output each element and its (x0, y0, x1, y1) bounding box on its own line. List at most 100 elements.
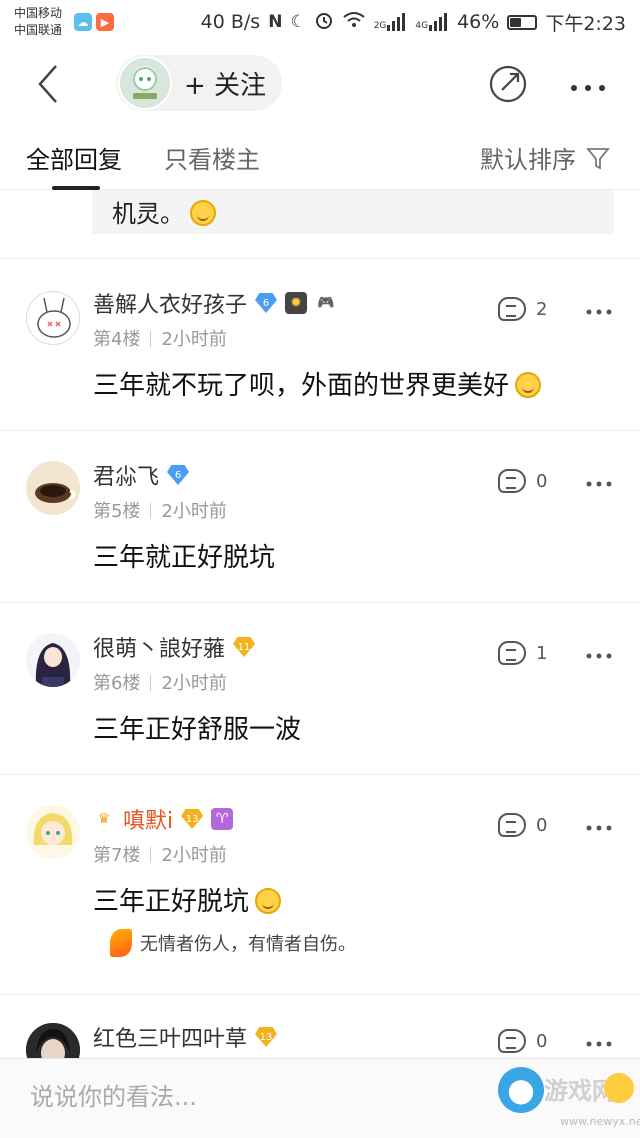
username-row: 很萌丶誏好蕥 11 (93, 631, 256, 663)
reply-more-button[interactable] (586, 1029, 612, 1054)
reply-item: 善解人衣好孩子 6 ✹ 🎮 第4楼 2小时前 三年就不玩了呗，外面的世界更美好 2 (0, 258, 640, 430)
sort-label: 默认排序 (480, 146, 576, 174)
more-dots-icon (586, 309, 612, 315)
status-right: 40 B/s N ☾ 2G 4G 46% 下午2:23 (201, 9, 626, 36)
like-button[interactable]: 2 (498, 297, 547, 321)
reply-tabs: 全部回复 只看楼主 默认排序 (0, 124, 640, 190)
meta-divider (150, 847, 152, 863)
more-dots-icon (586, 1041, 612, 1047)
cloud-app-icon: ☁ (74, 13, 93, 31)
reply-time: 2小时前 (161, 673, 227, 694)
tab-all-replies[interactable]: 全部回复 (26, 140, 122, 175)
signal-4g-label: 4G (415, 21, 429, 31)
level-badge: 13 (255, 1027, 278, 1047)
avatar[interactable] (26, 633, 80, 687)
comment-bar: 游戏网 www.newyx.net (0, 1058, 640, 1138)
like-count: 1 (536, 642, 548, 664)
floor-number: 第4楼 (93, 329, 141, 350)
reply-content: 三年正好脱坑 (93, 881, 282, 918)
follow-button[interactable]: + 关注 (116, 55, 282, 111)
reply-item: ♛ 嗔默i 13 ♈ 第7楼 2小时前 三年正好脱坑 无情者伤人，有情者自伤。 0 (0, 774, 640, 994)
video-app-icon: ▶ (96, 13, 115, 31)
reply-content: 三年就正好脱坑 (93, 537, 275, 574)
author-avatar (118, 56, 172, 110)
username[interactable]: 嗔默i (123, 803, 173, 835)
like-button[interactable]: 0 (498, 469, 547, 493)
reply-content: 三年正好舒服一波 (93, 709, 301, 746)
more-options-button[interactable] (570, 70, 606, 100)
meta-divider (150, 503, 152, 519)
username[interactable]: 君尛飞 (93, 459, 159, 491)
username-row: 善解人衣好孩子 6 ✹ 🎮 (93, 287, 337, 319)
sun-badge-icon: ✹ (285, 292, 308, 314)
floor-number: 第6楼 (93, 673, 141, 694)
reply-more-button[interactable] (586, 297, 612, 322)
reply-more-button[interactable] (586, 813, 612, 838)
like-button[interactable]: 0 (498, 813, 547, 837)
carrier-2: 中国联通 (14, 23, 63, 37)
username[interactable]: 红色三叶四叶草 (93, 1021, 247, 1053)
reply-time: 2小时前 (161, 845, 227, 866)
thumb-up-icon (498, 641, 526, 665)
avatar[interactable] (26, 805, 80, 859)
quoted-text: 机灵。 (112, 200, 184, 228)
comment-input[interactable] (30, 1083, 450, 1111)
status-bar: 中国移动 中国联通 ☁ ▶ 40 B/s N ☾ 2G 4G 46% 下午2:2… (0, 0, 640, 44)
reply-meta: 第4楼 2小时前 (93, 325, 227, 351)
reply-item: 很萌丶誏好蕥 11 第6楼 2小时前 三年正好舒服一波 1 (0, 602, 640, 774)
chevron-left-icon (38, 65, 57, 103)
nfc-icon: N (268, 12, 283, 32)
avatar[interactable] (26, 461, 80, 515)
like-button[interactable]: 1 (498, 641, 547, 665)
battery-icon (507, 14, 538, 30)
floor-number: 第7楼 (93, 845, 141, 866)
watermark-mascot-icon (498, 1067, 544, 1113)
reply-time: 2小时前 (161, 329, 227, 350)
emoji-button[interactable] (604, 1073, 634, 1103)
username[interactable]: 很萌丶誏好蕥 (93, 631, 225, 663)
level-badge: 6 (167, 465, 190, 485)
flame-icon (110, 929, 132, 957)
tab-op-only[interactable]: 只看楼主 (164, 140, 260, 175)
reply-meta: 第6楼 2小时前 (93, 669, 227, 695)
reply-text: 三年就不玩了呗，外面的世界更美好 (93, 371, 510, 401)
aries-badge-icon: ♈ (211, 808, 234, 830)
clock: 下午2:23 (545, 12, 626, 35)
wifi-icon (342, 11, 366, 34)
watermark-url: www.newyx.net (560, 1115, 640, 1128)
sort-button[interactable]: 默认排序 (480, 140, 610, 175)
reply-time: 2小时前 (161, 501, 227, 522)
alarm-icon (314, 10, 334, 35)
username-row: 君尛飞 6 (93, 459, 190, 491)
avatar[interactable] (26, 291, 80, 345)
floor-number: 第5楼 (93, 501, 141, 522)
username-row: ♛ 嗔默i 13 ♈ (93, 803, 234, 835)
signal-2g-icon: 2G (374, 13, 408, 31)
moon-icon: ☾ (290, 12, 306, 32)
username[interactable]: 善解人衣好孩子 (93, 287, 247, 319)
user-signature: 无情者伤人，有情者自伤。 (110, 929, 356, 957)
reply-content: 三年就不玩了呗，外面的世界更美好 (93, 365, 542, 402)
more-dots-icon (586, 653, 612, 659)
reply-more-button[interactable] (586, 469, 612, 494)
reply-list: 善解人衣好孩子 6 ✹ 🎮 第4楼 2小时前 三年就不玩了呗，外面的世界更美好 2… (0, 258, 640, 1064)
thumb-up-icon (498, 1029, 526, 1053)
reply-item: 红色三叶四叶草 13 0 (0, 994, 640, 1064)
share-button[interactable] (488, 64, 528, 104)
reply-text: 三年正好舒服一波 (93, 715, 302, 745)
gamepad-badge-icon: 🎮 (317, 295, 335, 311)
level-badge: 6 (255, 293, 278, 313)
signature-text: 无情者伤人，有情者自伤。 (140, 934, 356, 955)
like-count: 0 (536, 470, 548, 492)
reply-item: 君尛飞 6 第5楼 2小时前 三年就正好脱坑 0 (0, 430, 640, 602)
crown-icon: ♛ (97, 811, 111, 827)
reply-more-button[interactable] (586, 641, 612, 666)
grin-emoji-icon (515, 372, 542, 398)
thumb-up-icon (498, 469, 526, 493)
back-button[interactable] (32, 62, 72, 106)
battery-fill (510, 17, 522, 27)
network-speed: 40 B/s (200, 11, 261, 33)
reply-text: 三年正好脱坑 (93, 887, 250, 917)
like-button[interactable]: 0 (498, 1029, 547, 1053)
more-dots-icon (586, 825, 612, 831)
